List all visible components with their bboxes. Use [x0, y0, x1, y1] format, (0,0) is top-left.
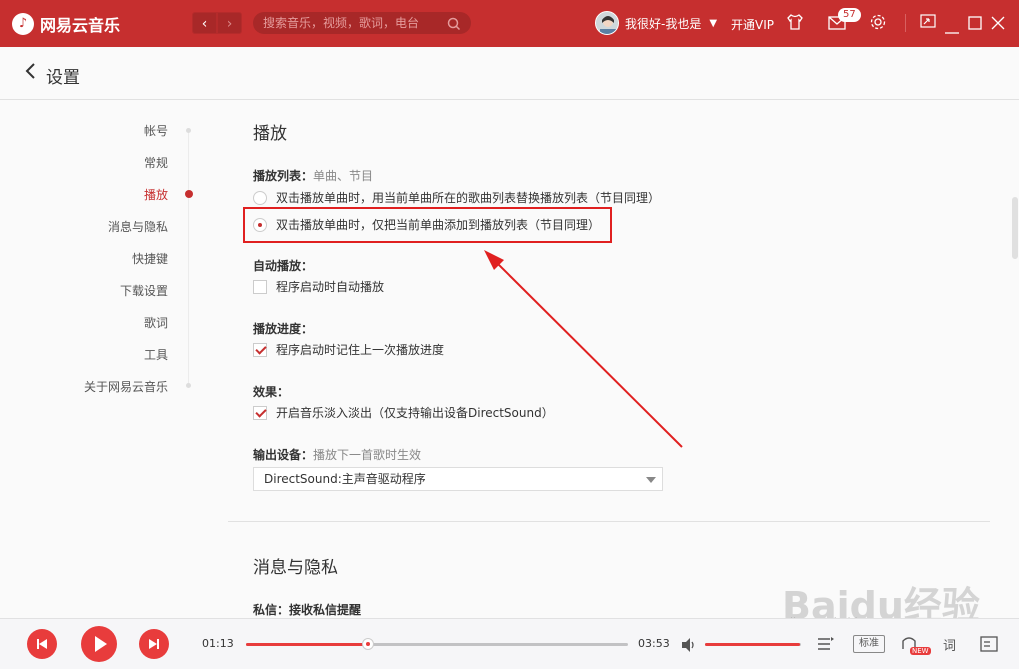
- close-icon[interactable]: [991, 15, 1005, 34]
- nav-item-play[interactable]: 播放: [144, 186, 168, 203]
- search-input[interactable]: [263, 16, 443, 30]
- play-button[interactable]: [81, 626, 117, 662]
- nav-item-download[interactable]: 下载设置: [120, 282, 168, 299]
- skin-icon[interactable]: [786, 13, 804, 35]
- previous-button[interactable]: [27, 629, 57, 659]
- message-count-badge: 57: [838, 8, 861, 22]
- dm-sub: 接收私信提醒: [289, 603, 362, 617]
- checkbox[interactable]: [253, 279, 267, 294]
- radio-button[interactable]: [253, 190, 267, 205]
- checkbox-fade[interactable]: 开启音乐淡入淡出（仅支持输出设备DirectSound）: [253, 404, 554, 421]
- output-device-select[interactable]: DirectSound:主声音驱动程序: [253, 467, 663, 491]
- output-device-value: DirectSound:主声音驱动程序: [264, 472, 426, 486]
- skip-previous-icon: [37, 639, 47, 649]
- maximize-icon[interactable]: [968, 15, 982, 34]
- progress-bar[interactable]: [246, 638, 628, 650]
- back-nav-button[interactable]: ‹: [192, 12, 217, 34]
- autoplay-label: 自动播放：: [253, 259, 314, 273]
- app-logo[interactable]: ♪ 网易云音乐: [12, 12, 120, 36]
- settings-header: 设置: [0, 47, 1019, 100]
- nav-item-account[interactable]: 帐号: [144, 122, 168, 139]
- output-sub: 播放下一首歌时生效: [313, 448, 422, 462]
- playlist-label-text: 播放列表：: [253, 169, 314, 183]
- checkbox-autoplay[interactable]: 程序启动时自动播放: [253, 278, 384, 295]
- nav-dot: [186, 128, 191, 133]
- progress-fill: [246, 643, 369, 646]
- user-name[interactable]: 我很好-我也是: [625, 15, 701, 32]
- page-title: 设置: [46, 68, 80, 88]
- settings-content[interactable]: 播放 播放列表：单曲、节目 双击播放单曲时，用当前单曲所在的歌曲列表替换播放列表…: [228, 100, 1008, 618]
- scrollbar-thumb[interactable]: [1012, 197, 1018, 259]
- search-box[interactable]: [253, 12, 471, 34]
- back-arrow-icon[interactable]: [24, 62, 38, 85]
- lyric-button[interactable]: 词: [943, 635, 956, 654]
- total-time: 03:53: [638, 637, 670, 650]
- nav-item-tools[interactable]: 工具: [144, 346, 168, 363]
- minimize-icon[interactable]: [945, 20, 959, 39]
- nav-item-shortcuts[interactable]: 快捷键: [132, 250, 168, 267]
- settings-gear-icon[interactable]: [869, 13, 887, 35]
- top-bar: ♪ 网易云音乐 ‹ › 我很好-我也是 ▼ 开通VIP 57: [0, 0, 1019, 47]
- nav-item-lyrics[interactable]: 歌词: [144, 314, 168, 331]
- play-icon: [95, 636, 107, 652]
- effect-label: 效果：: [253, 385, 290, 399]
- nav-item-privacy[interactable]: 消息与隐私: [108, 218, 168, 235]
- skip-next-icon: [149, 639, 159, 649]
- section-divider: [228, 521, 990, 522]
- checkbox-label: 程序启动时记住上一次播放进度: [276, 343, 445, 357]
- section-title-play: 播放: [253, 124, 287, 144]
- volume-icon[interactable]: [680, 637, 698, 657]
- output-label: 输出设备：播放下一首歌时生效: [253, 446, 421, 463]
- volume-fill: [705, 643, 801, 646]
- playlist-label: 播放列表：单曲、节目: [253, 167, 373, 184]
- progress-knob[interactable]: [362, 638, 375, 650]
- radio-replace-playlist[interactable]: 双击播放单曲时，用当前单曲所在的歌曲列表替换播放列表（节目同理）: [253, 189, 660, 206]
- open-vip-link[interactable]: 开通VIP: [731, 16, 774, 33]
- dropdown-caret-icon[interactable]: [646, 477, 656, 483]
- app-name: 网易云音乐: [40, 16, 121, 35]
- nav-dot-active: [185, 190, 193, 198]
- checkbox-label: 程序启动时自动播放: [276, 280, 385, 294]
- dm-label: 私信：接收私信提醒: [253, 601, 361, 618]
- dm-label-text: 私信：: [253, 603, 290, 617]
- annotation-highlight-box: [243, 207, 612, 243]
- history-nav: ‹ ›: [192, 12, 242, 34]
- playlist-icon[interactable]: [980, 635, 998, 657]
- nav-item-about[interactable]: 关于网易云音乐: [84, 378, 168, 395]
- new-badge: NEW: [910, 647, 931, 655]
- search-icon[interactable]: [447, 16, 461, 35]
- mini-mode-icon[interactable]: [920, 13, 936, 33]
- settings-nav: 帐号 常规 播放 消息与隐私 快捷键 下载设置 歌词 工具 关于网易云音乐: [0, 100, 228, 618]
- nav-dot: [186, 383, 191, 388]
- netease-logo-icon: ♪: [12, 13, 34, 35]
- forward-nav-button[interactable]: ›: [217, 12, 242, 34]
- volume-slider[interactable]: [705, 643, 801, 646]
- play-mode-icon[interactable]: [817, 636, 835, 656]
- app-window: ♪ 网易云音乐 ‹ › 我很好-我也是 ▼ 开通VIP 57: [0, 0, 1019, 669]
- checkbox-label: 开启音乐淡入淡出（仅支持输出设备DirectSound）: [276, 406, 554, 420]
- content-scrollbar[interactable]: [1010, 100, 1019, 618]
- checkbox-remember-progress[interactable]: 程序启动时记住上一次播放进度: [253, 341, 444, 358]
- player-bar: 01:13 03:53 标准 NEW 词: [0, 618, 1019, 669]
- radio-label: 双击播放单曲时，用当前单曲所在的歌曲列表替换播放列表（节目同理）: [276, 191, 661, 205]
- quality-button[interactable]: 标准: [853, 635, 885, 653]
- nav-timeline: [188, 129, 189, 385]
- current-time: 01:13: [202, 637, 234, 650]
- playlist-sub: 单曲、节目: [313, 169, 374, 183]
- user-menu[interactable]: 我很好-我也是 ▼: [595, 11, 717, 35]
- output-label-text: 输出设备：: [253, 448, 314, 462]
- avatar[interactable]: [595, 11, 619, 35]
- checkbox-checked[interactable]: [253, 405, 267, 420]
- divider: [905, 14, 906, 32]
- checkbox-checked[interactable]: [253, 342, 267, 357]
- chevron-down-icon[interactable]: ▼: [709, 18, 717, 29]
- section-title-privacy: 消息与隐私: [253, 558, 338, 578]
- progress-label: 播放进度：: [253, 322, 314, 336]
- next-button[interactable]: [139, 629, 169, 659]
- nav-item-general[interactable]: 常规: [144, 154, 168, 171]
